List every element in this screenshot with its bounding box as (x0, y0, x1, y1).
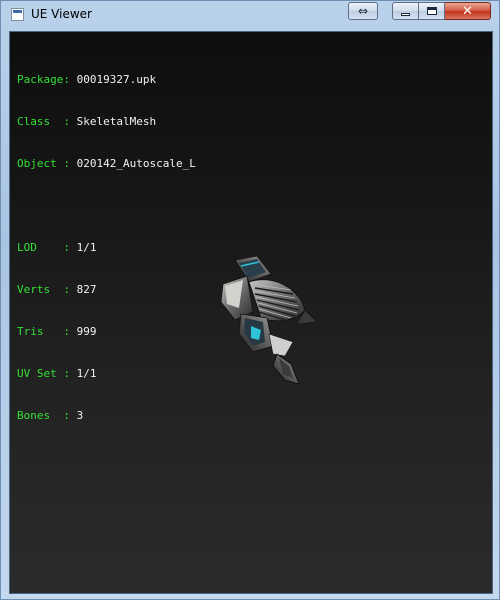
mesh-info-overlay: Package: 00019327.upk Class : SkeletalMe… (17, 45, 196, 451)
double-arrow-icon: ⇔ (357, 4, 369, 18)
info-separator: : (63, 73, 70, 86)
info-separator: : (63, 283, 70, 296)
info-value: 00019327.upk (76, 73, 157, 86)
window-title: UE Viewer (31, 7, 92, 21)
info-row-object: Object : 020142_Autoscale_L (17, 157, 196, 171)
info-label: Tris (17, 325, 64, 338)
info-row-class: Class : SkeletalMesh (17, 115, 196, 129)
info-row-bones: Bones : 3 (17, 409, 196, 423)
info-separator: : (63, 241, 70, 254)
info-row-verts: Verts : 827 (17, 283, 196, 297)
info-label: Package (17, 73, 64, 86)
info-label: UV Set (17, 367, 64, 380)
info-row-tris: Tris : 999 (17, 325, 196, 339)
title-bar[interactable]: UE Viewer ⇔ ✕ (1, 1, 499, 30)
info-value: 827 (76, 283, 97, 296)
app-window: UE Viewer ⇔ ✕ Package: 00019327.upk Clas… (0, 0, 500, 600)
render-viewport[interactable]: Package: 00019327.upk Class : SkeletalMe… (9, 31, 493, 594)
info-label: Bones (17, 409, 64, 422)
info-row-package: Package: 00019327.upk (17, 73, 196, 87)
info-row-lod: LOD : 1/1 (17, 241, 196, 255)
info-value: 020142_Autoscale_L (76, 157, 196, 170)
info-label: Class (17, 115, 64, 128)
info-value: SkeletalMesh (76, 115, 157, 128)
info-label: Object (17, 157, 64, 170)
info-value: 3 (76, 409, 84, 422)
info-separator: : (63, 325, 70, 338)
info-label: Verts (17, 283, 64, 296)
info-value: 1/1 (76, 241, 97, 254)
maximize-icon (426, 7, 437, 15)
close-icon: ✕ (462, 3, 473, 19)
info-value: 1/1 (76, 367, 97, 380)
info-separator: : (63, 157, 70, 170)
app-icon (11, 8, 24, 21)
info-separator: : (63, 409, 70, 422)
info-label: LOD (17, 241, 64, 254)
info-row-uvset: UV Set : 1/1 (17, 367, 196, 381)
minimize-button[interactable] (392, 2, 419, 20)
maximize-button[interactable] (419, 2, 445, 20)
swap-button[interactable]: ⇔ (348, 2, 378, 20)
info-value: 999 (76, 325, 97, 338)
close-button[interactable]: ✕ (445, 2, 491, 20)
info-separator: : (63, 115, 70, 128)
info-separator: : (63, 367, 70, 380)
minimize-icon (401, 13, 410, 16)
skeletal-mesh-model[interactable] (213, 254, 323, 384)
